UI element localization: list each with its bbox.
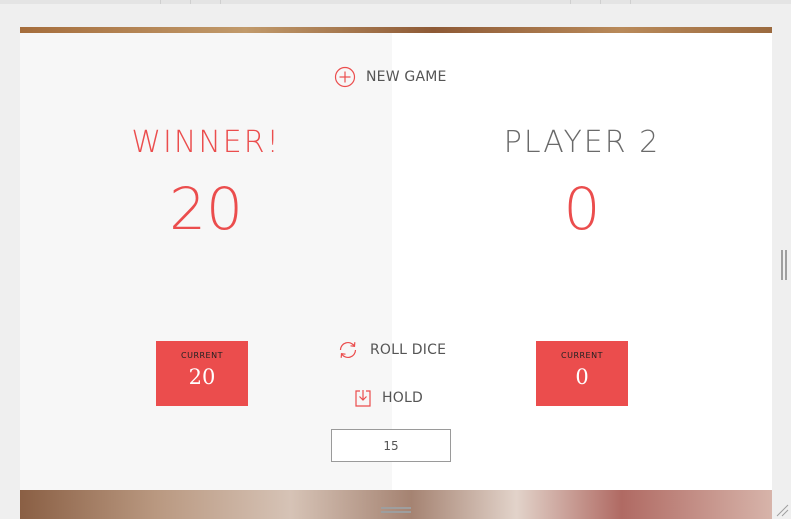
vertical-resize-handle[interactable] — [781, 250, 787, 280]
game-board: WINNER! 20 PLAYER 2 0 CURRENT 20 CURRENT… — [20, 33, 772, 490]
new-game-label: NEW GAME — [366, 69, 447, 85]
new-game-button[interactable]: NEW GAME — [334, 66, 447, 88]
tick-mark — [600, 0, 601, 4]
horizontal-resize-handle[interactable] — [381, 507, 411, 513]
roll-dice-label: ROLL DICE — [370, 342, 447, 358]
player-1-score: 0 — [563, 175, 601, 243]
player-1-panel — [392, 33, 772, 490]
player-1-current-score: 0 — [575, 365, 589, 389]
resize-grip-icon[interactable] — [775, 503, 789, 517]
current-label: CURRENT — [561, 351, 603, 360]
player-0-current-box: CURRENT 20 — [156, 341, 248, 406]
tick-mark — [190, 0, 191, 4]
player-1-name: PLAYER 2 — [503, 125, 661, 160]
top-strip — [0, 0, 791, 4]
player-0-name: WINNER! — [131, 125, 281, 160]
player-0-panel — [20, 33, 392, 490]
plus-circle-icon — [334, 66, 356, 88]
player-0-score: 20 — [169, 175, 243, 243]
tick-mark — [570, 0, 571, 4]
final-score-input[interactable] — [331, 429, 451, 462]
background-photo — [20, 490, 772, 519]
current-label: CURRENT — [181, 351, 223, 360]
download-box-icon — [355, 390, 371, 407]
hold-button[interactable]: HOLD — [354, 388, 423, 408]
player-1-current-box: CURRENT 0 — [536, 341, 628, 406]
player-0-current-score: 20 — [188, 365, 216, 389]
refresh-icon — [339, 342, 357, 358]
tick-mark — [160, 0, 161, 4]
tick-mark — [630, 0, 631, 4]
tick-mark — [220, 0, 221, 4]
roll-dice-button[interactable]: ROLL DICE — [336, 338, 446, 362]
hold-label: HOLD — [382, 390, 423, 406]
